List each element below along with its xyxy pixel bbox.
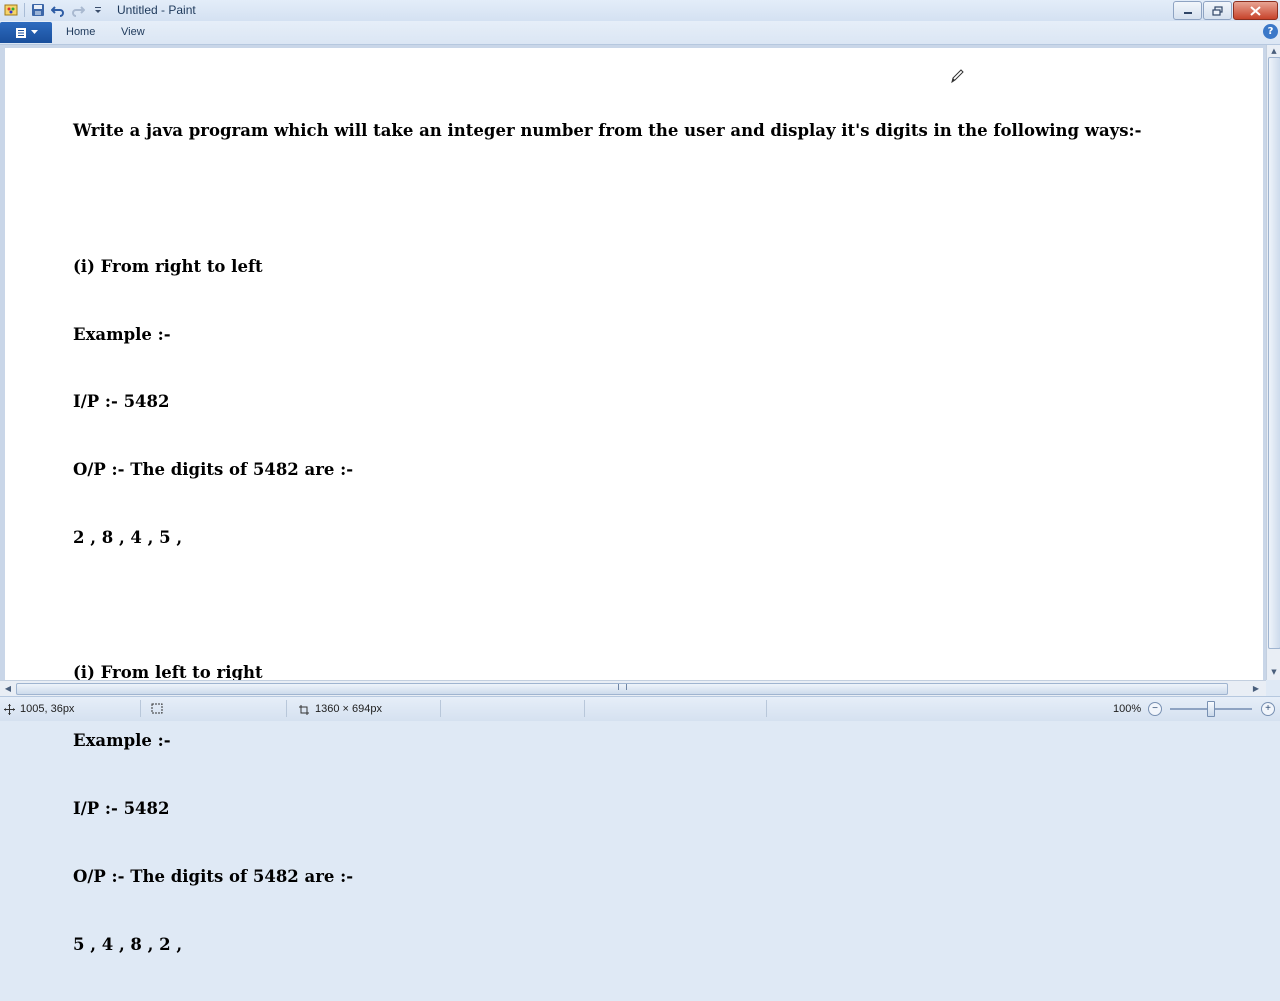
redo-icon[interactable] [69, 2, 87, 18]
scroll-grip-icon [618, 684, 627, 690]
save-icon[interactable] [29, 2, 47, 18]
canvas-text: Write a java program which will take an … [73, 75, 1142, 1001]
status-divider [440, 700, 441, 717]
minimize-button[interactable] [1173, 1, 1202, 20]
drawing-canvas[interactable]: Write a java program which will take an … [5, 48, 1263, 954]
zoom-slider-thumb[interactable] [1207, 701, 1215, 717]
cursor-position-text: 1005, 36px [20, 703, 75, 715]
tab-view[interactable]: View [121, 26, 145, 38]
paint-app-icon[interactable] [2, 2, 20, 18]
text-line: 2 , 8 , 4 , 5 , [73, 527, 183, 547]
scroll-left-icon[interactable]: ◀ [2, 683, 14, 694]
close-icon [1250, 5, 1261, 16]
pencil-cursor-icon [951, 69, 964, 84]
scroll-up-icon[interactable]: ▲ [1269, 46, 1279, 56]
restore-icon [1212, 5, 1223, 16]
image-size-icon [299, 704, 309, 715]
text-line: O/P :- The digits of 5482 are :- [73, 866, 354, 886]
scroll-right-icon[interactable]: ▶ [1250, 683, 1262, 694]
minimize-icon [1183, 11, 1192, 14]
customize-toolbar-icon[interactable] [89, 2, 107, 18]
zoom-level: 100% [1113, 703, 1141, 715]
text-line: Write a java program which will take an … [73, 121, 1142, 141]
selection-size-readout [151, 703, 163, 714]
text-line: I/P :- 5482 [73, 799, 170, 818]
text-line: (i) From right to left [73, 256, 263, 276]
image-size-text: 1360 × 694px [315, 703, 382, 715]
paint-menu-button[interactable] [0, 22, 52, 43]
window-controls [1173, 1, 1278, 20]
status-divider [584, 700, 585, 717]
menu-icon [15, 27, 26, 38]
tab-home[interactable]: Home [66, 26, 95, 38]
title-bar: Untitled - Paint [0, 0, 1280, 21]
zoom-in-button[interactable]: + [1261, 702, 1275, 716]
scroll-down-icon[interactable]: ▼ [1269, 667, 1279, 677]
chevron-down-icon [30, 30, 38, 34]
text-line: 5 , 4 , 8 , 2 , [73, 934, 183, 954]
canvas-workspace: Write a java program which will take an … [0, 45, 1266, 954]
status-divider [766, 700, 767, 717]
zoom-out-button[interactable]: − [1148, 702, 1162, 716]
close-button[interactable] [1233, 1, 1278, 20]
text-line [73, 188, 1142, 211]
status-bar: 1005, 36px 1360 × 694px 100% − + [0, 696, 1280, 721]
vertical-scroll-thumb[interactable] [1268, 57, 1280, 649]
ribbon-tab-bar: Home View ? [0, 21, 1280, 45]
text-line: Example :- [73, 731, 171, 751]
text-line: O/P :- The digits of 5482 are :- [73, 460, 354, 480]
quick-access-toolbar [2, 2, 107, 18]
image-size-readout: 1360 × 694px [298, 703, 382, 715]
text-line: Example :- [73, 324, 171, 344]
horizontal-scrollbar[interactable]: ◀ ▶ [0, 680, 1266, 696]
cursor-position-icon [4, 703, 15, 715]
help-button[interactable]: ? [1263, 24, 1278, 39]
status-divider [140, 700, 141, 717]
cursor-position-readout: 1005, 36px [4, 703, 74, 715]
status-divider [286, 700, 287, 717]
selection-icon [151, 703, 163, 714]
text-line: I/P :- 5482 [73, 392, 170, 412]
zoom-level-text: 100% [1113, 703, 1142, 715]
vertical-scrollbar[interactable]: ▲ ▼ [1266, 45, 1280, 680]
text-line [73, 595, 1142, 618]
window-title: Untitled - Paint [117, 3, 196, 17]
toolbar-divider [24, 3, 25, 17]
restore-button[interactable] [1203, 1, 1232, 20]
undo-icon[interactable] [49, 2, 67, 18]
